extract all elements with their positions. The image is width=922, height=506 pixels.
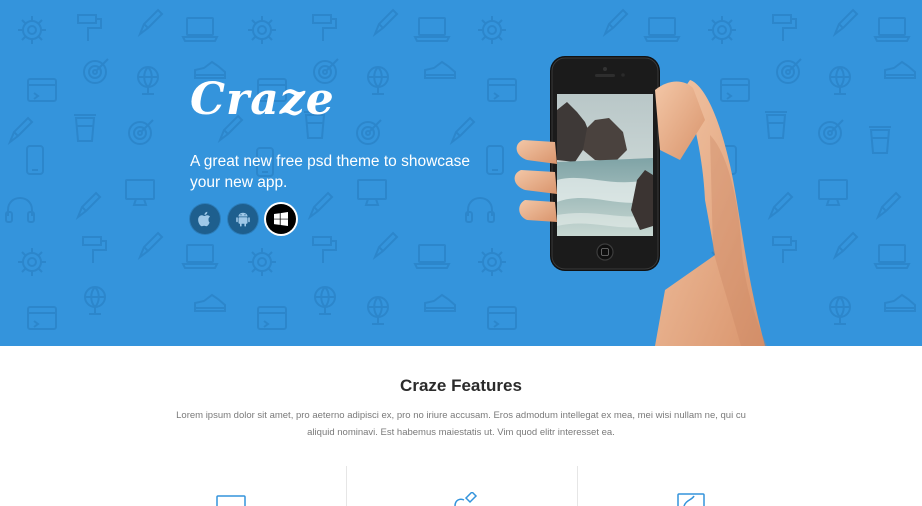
- hand-holding-phone-image: [514, 56, 767, 346]
- windows-icon: [274, 212, 288, 226]
- android-store-button[interactable]: [228, 204, 258, 234]
- platform-buttons: [190, 204, 296, 234]
- features-title: Craze Features: [400, 376, 522, 395]
- android-icon: [236, 212, 250, 227]
- column-divider: [346, 466, 347, 506]
- windows-store-button[interactable]: [266, 204, 296, 234]
- brand-logo: Craze: [190, 74, 335, 125]
- features-section: Craze Features Lorem ipsum dolor sit ame…: [0, 346, 922, 506]
- features-description: Lorem ipsum dolor sit amet, pro aeterno …: [176, 410, 746, 438]
- hero-section: Craze A great new free psd theme to show…: [0, 0, 922, 346]
- hero-tagline: A great new free psd theme to showcase y…: [190, 153, 471, 191]
- apple-icon: [198, 211, 210, 227]
- column-divider: [577, 466, 578, 506]
- apple-store-button[interactable]: [190, 204, 220, 234]
